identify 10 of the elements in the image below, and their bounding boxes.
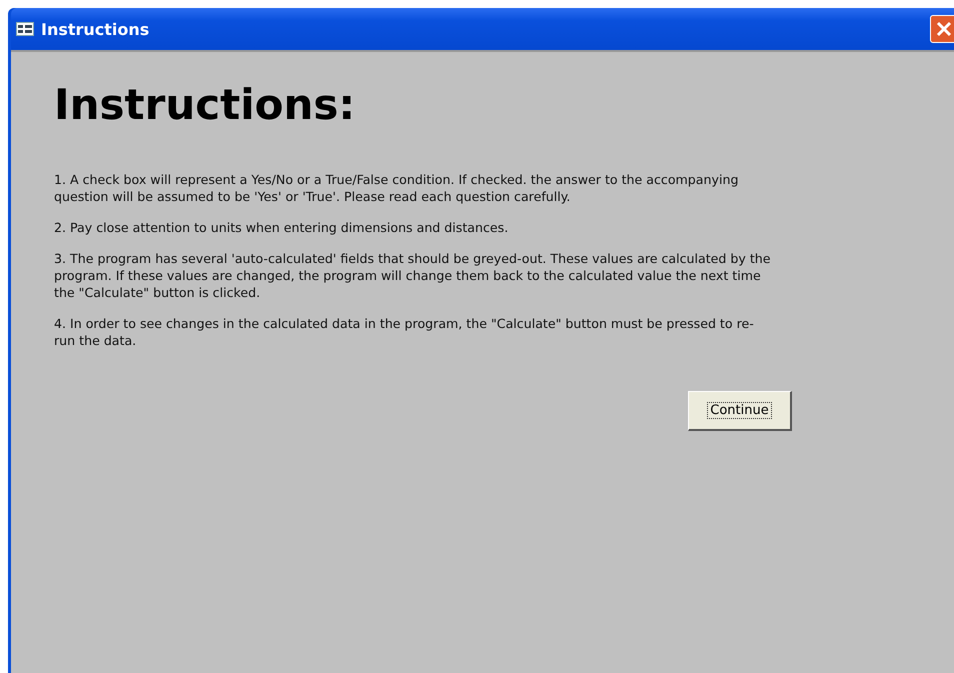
close-button[interactable] [930, 15, 954, 43]
heading: Instructions: [54, 80, 356, 129]
instruction-text: 1. A check box will represent a Yes/No or a True/False condition. If checked. the answer to the accompanying question will be assumed to be 'Yes' or 'True'. Please read each question carefully. [54, 171, 740, 205]
instruction-text: 4. In order to see changes in the calculated data in the program, the "Calculate" button must be pressed to re-run the data. [54, 315, 755, 349]
window-title: Instructions [41, 20, 150, 38]
continue-button[interactable]: Continue [688, 391, 792, 431]
form-icon [16, 22, 34, 36]
instruction-text: 3. The program has several 'auto-calculated' fields that should be greyed-out. These values are calculated by the program. If these values are changed, the program will change them back to the calculated value the next time the "Calculate" button is clicked. [54, 250, 772, 301]
instruction-text: 2. Pay close attention to units when entering dimensions and distances. [54, 219, 510, 236]
close-icon [934, 19, 954, 39]
